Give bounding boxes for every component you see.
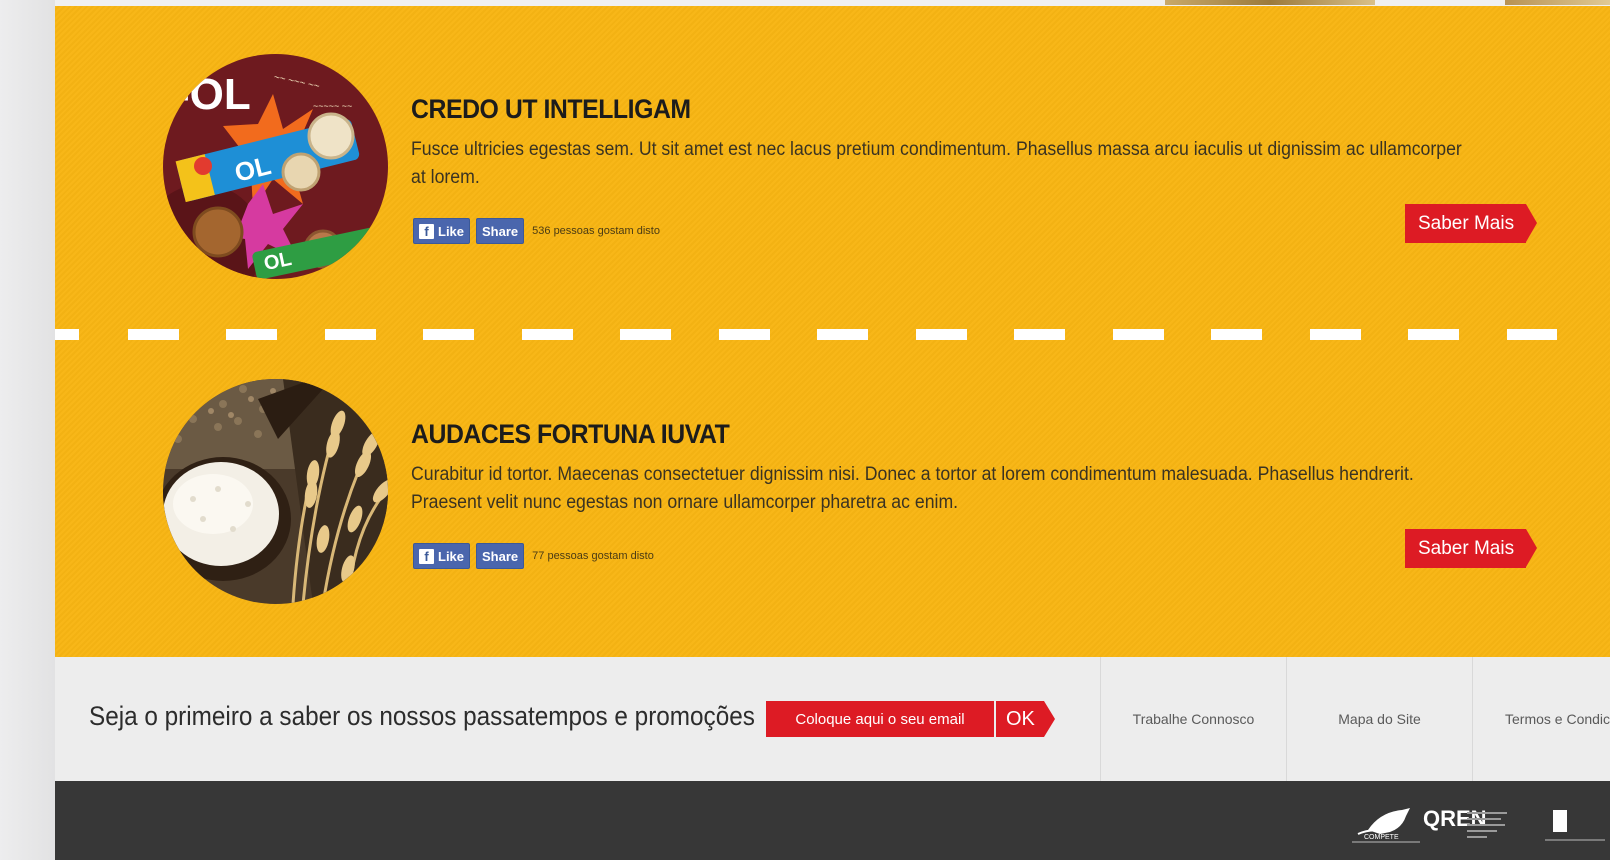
divider-dash [423, 329, 474, 340]
left-gutter [0, 0, 55, 860]
qren-logo-icon: QREN [1423, 806, 1507, 838]
arrow-tip-icon [1043, 701, 1055, 737]
divider-dash [325, 329, 376, 340]
product-card: AUDACES FORTUNA IUVAT Curabitur id torto… [55, 379, 1610, 619]
divider-dash [817, 329, 868, 340]
divider-dash [1310, 329, 1361, 340]
footer-links: Trabalhe Connosco Mapa do Site Termos e … [1100, 657, 1610, 781]
product-image-flour[interactable] [163, 379, 388, 604]
divider-dash [719, 329, 770, 340]
divider-dash [522, 329, 573, 340]
dark-footer: COMPETE QREN [55, 781, 1610, 860]
compete-logo-icon: COMPETE [1352, 808, 1420, 843]
likes-count-text: 77 pessoas gostam disto [532, 550, 654, 562]
divider-dash [1211, 329, 1262, 340]
email-input[interactable] [766, 701, 994, 737]
ok-label: OK [996, 701, 1044, 737]
divider-dash [226, 329, 277, 340]
newsletter-bar: Seja o primeiro a saber os nossos passat… [55, 657, 1610, 781]
saber-mais-label: Saber Mais [1405, 204, 1527, 243]
divider-dash [620, 329, 671, 340]
svg-text:-OL: -OL [175, 70, 251, 119]
dashed-divider [55, 329, 1610, 340]
share-label: Share [482, 223, 519, 239]
likes-count-text: 536 pessoas gostam disto [532, 225, 660, 237]
social-buttons: f Like Share 77 pessoas gostam disto [413, 543, 654, 569]
divider-dash [1408, 329, 1459, 340]
footer-link-mapa-do-site[interactable]: Mapa do Site [1286, 657, 1472, 781]
divider-dash [1113, 329, 1164, 340]
facebook-icon: f [419, 548, 434, 564]
newsletter-text: Seja o primeiro a saber os nossos passat… [89, 701, 755, 731]
saber-mais-button[interactable]: Saber Mais [1405, 204, 1538, 243]
newsletter-submit-button[interactable]: OK [996, 701, 1055, 737]
saber-mais-label: Saber Mais [1405, 529, 1527, 568]
like-label: Like [438, 223, 465, 239]
facebook-share-button[interactable]: Share [476, 543, 525, 569]
products-section: OL OL -OL ~~ ~~~ ~~ ~~~~~ ~~ CREDO UT IN… [55, 6, 1610, 657]
facebook-share-button[interactable]: Share [476, 218, 525, 244]
divider-dash [1014, 329, 1065, 340]
flour-wheat-illustration [163, 379, 388, 604]
saber-mais-button[interactable]: Saber Mais [1405, 529, 1538, 568]
facebook-like-button[interactable]: f Like [413, 218, 471, 244]
footer-link-trabalhe-connosco[interactable]: Trabalhe Connosco [1100, 657, 1286, 781]
arrow-tip-icon [1526, 204, 1538, 242]
cookie-packages-illustration: OL OL -OL ~~ ~~~ ~~ ~~~~~ ~~ [163, 54, 388, 279]
product-title: CREDO UT INTELLIGAM [411, 94, 691, 124]
divider-dash [916, 329, 967, 340]
product-title: AUDACES FORTUNA IUVAT [411, 419, 730, 449]
arrow-tip-icon [1526, 529, 1538, 567]
divider-dash [1507, 329, 1557, 340]
social-buttons: f Like Share 536 pessoas gostam disto [413, 218, 660, 244]
footer-link-termos[interactable]: Termos e Condic [1472, 657, 1610, 781]
product-description: Curabitur id tortor. Maecenas consectetu… [411, 464, 1414, 513]
hero-image-strip [1505, 0, 1610, 5]
divider-dash [55, 329, 79, 340]
hero-image-strip [1165, 0, 1375, 5]
page: OL OL -OL ~~ ~~~ ~~ ~~~~~ ~~ CREDO UT IN… [55, 0, 1610, 860]
facebook-icon: f [419, 223, 434, 239]
svg-text:~~~~~ ~~: ~~~~~ ~~ [313, 101, 352, 111]
share-label: Share [482, 548, 519, 564]
like-label: Like [438, 548, 465, 564]
facebook-like-button[interactable]: f Like [413, 543, 471, 569]
product-image-cookies[interactable]: OL OL -OL ~~ ~~~ ~~ ~~~~~ ~~ [163, 54, 388, 279]
product-card: OL OL -OL ~~ ~~~ ~~ ~~~~~ ~~ CREDO UT IN… [55, 54, 1610, 294]
divider-dash [128, 329, 179, 340]
compete-logo-text: COMPETE [1364, 834, 1399, 841]
product-description: Fusce ultricies egestas sem. Ut sit amet… [411, 139, 1462, 188]
eu-logo-icon [1545, 810, 1605, 841]
